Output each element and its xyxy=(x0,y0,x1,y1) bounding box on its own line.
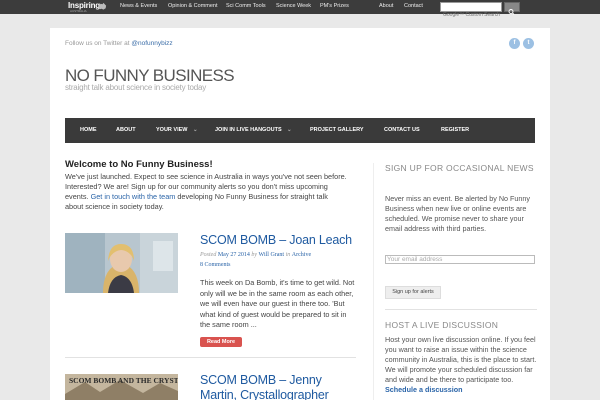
sign-up-alerts-button[interactable]: Sign up for alerts xyxy=(385,286,441,299)
nav-contact-us[interactable]: CONTACT US xyxy=(384,127,420,133)
site-tagline: straight talk about science in society t… xyxy=(65,83,207,92)
custom-search-box[interactable] xyxy=(440,2,502,19)
top-bar: Inspiring AUSTRALIA News & Events Opinio… xyxy=(0,0,600,19)
facebook-icon[interactable]: f xyxy=(509,38,520,49)
sidebar-separator xyxy=(385,309,537,310)
host-text: Host your own live discussion online. If… xyxy=(385,335,537,384)
post-category-link[interactable]: Archive xyxy=(292,252,311,258)
post-comments-link[interactable]: 8 Comments xyxy=(200,262,231,268)
post-title-joan-leach[interactable]: SCOM BOMB – Joan Leach xyxy=(200,233,352,247)
poster-caption: SCOM BOMB AND THE CRYSTAL CAVE xyxy=(69,376,178,385)
main-navigation: HOME ABOUT YOUR VIEW ⌄ JOIN IN LIVE HANG… xyxy=(65,118,535,143)
twitter-icon[interactable]: t xyxy=(523,38,534,49)
host-discussion-heading: HOST A LIVE DISCUSSION xyxy=(385,320,499,330)
read-more-button[interactable]: Read More xyxy=(200,337,242,347)
host-discussion-text: Host your own live discussion online. If… xyxy=(385,335,537,395)
topnav-sci-comm-tools[interactable]: Sci Comm Tools xyxy=(226,3,266,9)
nav-about[interactable]: ABOUT xyxy=(116,127,136,133)
post-meta: Posted May 27 2014 by Will Grant in Arch… xyxy=(200,252,311,258)
chevron-down-icon: ⌄ xyxy=(193,127,198,133)
post-excerpt: This week on Da Bomb, it's time to get w… xyxy=(200,278,355,329)
post-divider xyxy=(65,357,356,358)
get-in-touch-link[interactable]: Get in touch with the team xyxy=(91,192,176,201)
welcome-text: We've just launched. Expect to see scien… xyxy=(65,172,347,212)
topnav-opinion-comment[interactable]: Opinion & Comment xyxy=(168,3,218,9)
nav-your-view[interactable]: YOUR VIEW xyxy=(156,127,187,133)
chevron-down-icon: ⌄ xyxy=(287,127,292,133)
email-field[interactable]: Your email address xyxy=(385,255,535,264)
nav-home[interactable]: HOME xyxy=(80,127,97,133)
twitter-follow: Follow us on Twitter at @nofunnybizz xyxy=(65,40,173,47)
post-author-link[interactable]: Will Grant xyxy=(259,252,285,258)
post-thumbnail-jenny-martin[interactable]: SCOM BOMB AND THE CRYSTAL CAVE xyxy=(65,374,178,400)
posted-label: Posted xyxy=(200,252,217,258)
welcome-heading: Welcome to No Funny Business! xyxy=(65,159,213,170)
topnav-science-week[interactable]: Science Week xyxy=(276,3,311,9)
twitter-handle-link[interactable]: @nofunnybizz xyxy=(131,40,172,47)
nav-join-live-hangouts[interactable]: JOIN IN LIVE HANGOUTS xyxy=(215,127,282,133)
topnav-pms-prizes[interactable]: PM's Prizes xyxy=(320,3,349,9)
follow-prefix: Follow us on Twitter at xyxy=(65,40,130,47)
australia-map-icon xyxy=(98,2,107,10)
portrait-photo xyxy=(65,233,178,293)
topnav-news-events[interactable]: News & Events xyxy=(120,3,157,9)
logo-subtitle: AUSTRALIA xyxy=(70,9,87,13)
nav-register[interactable]: REGISTER xyxy=(441,127,469,133)
by-label: by xyxy=(251,252,258,258)
schedule-discussion-link[interactable]: Schedule a discussion xyxy=(385,385,463,394)
search-input[interactable] xyxy=(441,11,501,19)
page-container: Follow us on Twitter at @nofunnybizz f t… xyxy=(50,28,550,400)
search-icon xyxy=(508,9,515,15)
in-label: in xyxy=(285,252,291,258)
post-thumbnail-joan-leach[interactable] xyxy=(65,233,178,293)
nav-project-gallery[interactable]: PROJECT GALLERY xyxy=(310,127,364,133)
sidebar-divider xyxy=(373,163,374,400)
signup-text: Never miss an event. Be alerted by No Fu… xyxy=(385,194,531,233)
post-date[interactable]: May 27 2014 xyxy=(218,252,250,258)
topnav-about[interactable]: About xyxy=(379,3,393,9)
topnav-contact[interactable]: Contact xyxy=(404,3,423,9)
post-title-jenny-martin[interactable]: SCOM BOMB – Jenny Martin, Crystallograph… xyxy=(200,373,360,400)
search-button[interactable] xyxy=(504,2,520,15)
crystal-cave-poster: SCOM BOMB AND THE CRYSTAL CAVE xyxy=(65,374,178,400)
signup-heading: SIGN UP FOR OCCASIONAL NEWS xyxy=(385,163,534,173)
